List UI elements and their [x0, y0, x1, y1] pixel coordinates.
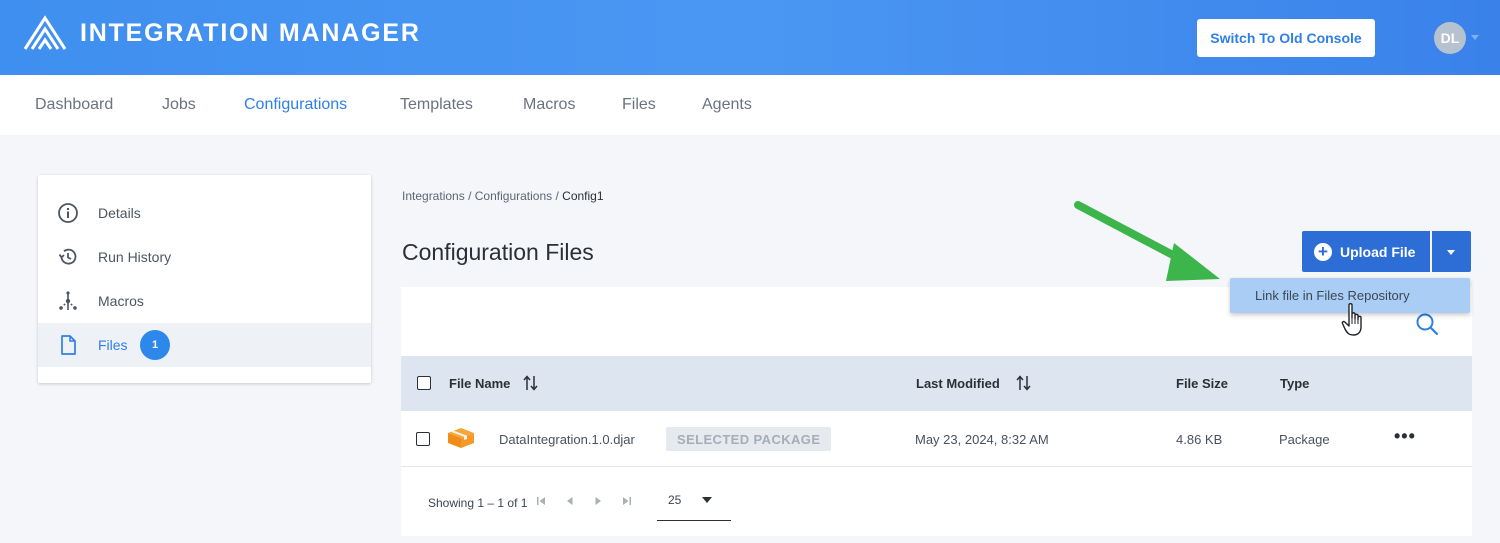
file-name[interactable]: DataIntegration.1.0.djar: [499, 432, 635, 447]
previous-page-icon[interactable]: [564, 495, 576, 507]
nav-templates[interactable]: Templates: [400, 96, 473, 114]
info-icon: [56, 201, 80, 225]
sidebar-item-macros[interactable]: Macros: [38, 279, 371, 323]
column-header-last-modified[interactable]: Last Modified: [916, 376, 1000, 391]
more-actions-icon[interactable]: •••: [1394, 427, 1416, 445]
nav-dashboard[interactable]: Dashboard: [35, 96, 113, 114]
sort-icon[interactable]: [523, 374, 539, 392]
sidebar-item-details[interactable]: Details: [38, 191, 371, 235]
column-header-file-size[interactable]: File Size: [1176, 376, 1228, 391]
file-size: 4.86 KB: [1176, 432, 1223, 447]
upload-file-button[interactable]: + Upload File: [1302, 231, 1430, 272]
search-icon[interactable]: [1414, 311, 1440, 337]
sidebar-item-label: Macros: [98, 293, 144, 309]
rows-per-page-value: 25: [668, 493, 682, 507]
breadcrumb-separator: /: [555, 189, 559, 203]
switch-to-old-console-button[interactable]: Switch To Old Console: [1197, 19, 1375, 57]
plus-circle-icon: +: [1314, 242, 1332, 261]
app-header: INTEGRATION MANAGER Switch To Old Consol…: [0, 0, 1500, 75]
breadcrumb-configurations[interactable]: Configurations: [475, 189, 552, 203]
upload-file-label: Upload File: [1340, 243, 1416, 260]
config-sidebar: Details Run History Macros Files 1: [38, 175, 371, 383]
sidebar-item-files[interactable]: Files 1: [38, 323, 371, 367]
column-header-file-name[interactable]: File Name: [449, 376, 510, 391]
sidebar-item-run-history[interactable]: Run History: [38, 235, 371, 279]
hand-pointer-cursor-icon: [1341, 303, 1362, 336]
sidebar-item-label: Run History: [98, 249, 172, 265]
user-avatar[interactable]: DL: [1434, 22, 1466, 54]
last-modified: May 23, 2024, 8:32 AM: [915, 432, 1049, 447]
select-all-checkbox[interactable]: [417, 376, 431, 390]
column-header-type[interactable]: Type: [1280, 376, 1309, 391]
last-page-icon[interactable]: [621, 495, 633, 507]
sidebar-item-label: Files: [98, 337, 128, 353]
annotation-arrow-icon: [1074, 201, 1220, 281]
link-file-in-files-repository-menu-item[interactable]: Link file in Files Repository: [1255, 288, 1410, 303]
sort-icon[interactable]: [1016, 374, 1032, 392]
macros-icon: [56, 289, 80, 313]
app-logo-icon: [23, 15, 67, 50]
nav-jobs[interactable]: Jobs: [162, 96, 196, 114]
files-count-badge: 1: [140, 330, 170, 360]
rows-per-page-select[interactable]: 25: [657, 486, 731, 521]
chevron-down-icon: [702, 497, 712, 503]
nav-files[interactable]: Files: [622, 96, 656, 114]
upload-options-dropdown-button[interactable]: [1432, 231, 1471, 272]
breadcrumb: Integrations / Configurations / Config1: [402, 189, 604, 203]
first-page-icon[interactable]: [535, 495, 547, 507]
selected-package-tag: SELECTED PACKAGE: [666, 427, 832, 451]
row-checkbox[interactable]: [416, 432, 430, 446]
app-title: INTEGRATION MANAGER: [80, 19, 421, 47]
main-nav: Dashboard Jobs Configurations Templates …: [0, 75, 1500, 135]
breadcrumb-separator: /: [468, 189, 472, 203]
history-icon: [56, 245, 80, 269]
avatar-chevron-down-icon[interactable]: [1471, 35, 1479, 40]
sidebar-item-label: Details: [98, 205, 141, 221]
breadcrumb-current: Config1: [562, 189, 604, 203]
file-type: Package: [1279, 432, 1330, 447]
pagination-summary: Showing 1 – 1 of 1: [428, 496, 528, 510]
page-title: Configuration Files: [402, 239, 594, 265]
table-row[interactable]: DataIntegration.1.0.djar SELECTED PACKAG…: [401, 411, 1472, 467]
package-icon: [448, 428, 474, 448]
nav-configurations[interactable]: Configurations: [244, 96, 347, 114]
nav-agents[interactable]: Agents: [702, 96, 752, 114]
breadcrumb-integrations[interactable]: Integrations: [402, 189, 465, 203]
next-page-icon[interactable]: [592, 495, 604, 507]
file-icon: [56, 333, 80, 357]
table-header: File Name Last Modified File Size Type: [401, 356, 1472, 411]
nav-macros[interactable]: Macros: [523, 96, 575, 114]
